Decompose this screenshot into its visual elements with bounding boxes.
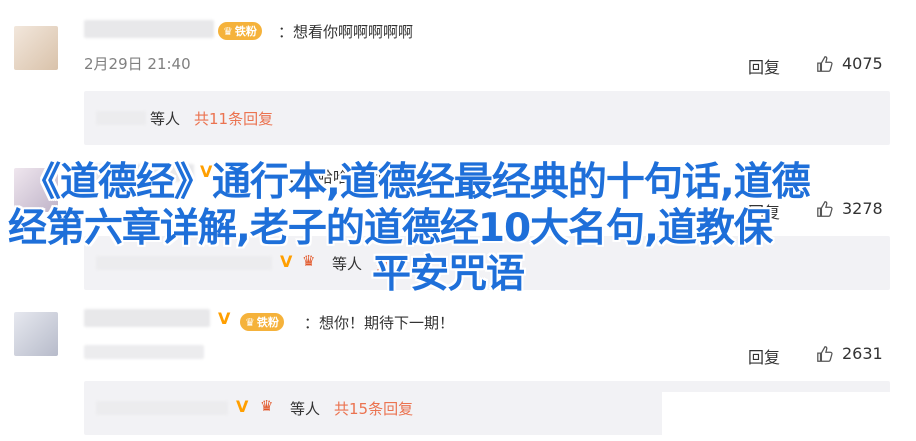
comment-time-blurred (84, 345, 204, 359)
comment-text: ：想看你啊啊啊啊啊 (278, 23, 414, 41)
crown-icon: ♛ (260, 397, 274, 415)
reply-summary[interactable]: 等人 共11条回复 (84, 91, 890, 145)
fan-badge: ♛ 铁粉 (218, 22, 262, 40)
comment-text: ：想你！期待下一期！ (304, 314, 455, 332)
avatar[interactable] (14, 26, 58, 70)
thumbs-up-icon (817, 55, 833, 72)
crown-icon: ♛ (245, 315, 255, 329)
vip-icon: V (236, 397, 249, 416)
overlay-line-3: 平安咒语 (372, 252, 525, 297)
reply-count-link[interactable]: 共15条回复 (334, 398, 413, 419)
reply-user-blurred (96, 401, 228, 415)
username-blurred[interactable] (84, 309, 210, 327)
overlay-title: 《道德经》通行本,道德经最经典的十句话,道德 经第六章详解,老子的道德经10大名… (0, 160, 916, 298)
fan-badge: ♛ 铁粉 (240, 313, 284, 331)
like-count: 4075 (842, 54, 883, 73)
watermark-cover (662, 392, 916, 441)
reply-summary-text: 等人 (150, 110, 181, 128)
crown-icon: ♛ (223, 24, 233, 38)
username-blurred[interactable] (84, 20, 214, 38)
reply-count-link[interactable]: 共11条回复 (194, 108, 273, 129)
like-count: 2631 (842, 344, 883, 363)
reply-button[interactable]: 回复 (748, 54, 780, 78)
overlay-line-1: 《道德经》通行本,道德经最经典的十句话,道德 (22, 160, 811, 205)
avatar[interactable] (14, 312, 58, 356)
overlay-line-2: 经第六章详解,老子的道德经10大名句,道教保 (8, 206, 773, 251)
like-button[interactable]: 2631 (816, 344, 883, 363)
like-button[interactable]: 4075 (816, 54, 883, 73)
reply-summary-text: 等人 (290, 400, 321, 418)
comment-time: 2月29日 21:40 (84, 55, 191, 73)
reply-user-blurred (96, 111, 146, 125)
thumbs-up-icon (817, 345, 833, 362)
reply-button[interactable]: 回复 (748, 344, 780, 368)
vip-icon: V (218, 309, 231, 328)
